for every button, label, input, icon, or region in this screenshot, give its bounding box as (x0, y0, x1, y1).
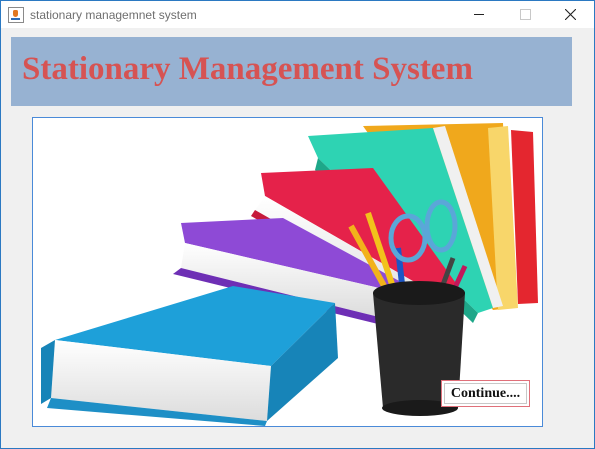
minimize-icon[interactable] (456, 1, 502, 28)
window-controls (456, 1, 594, 28)
title-bar[interactable]: stationary managemnet system (1, 1, 594, 28)
app-window: stationary managemnet system Stationary … (0, 0, 595, 449)
window-title: stationary managemnet system (30, 7, 197, 22)
page-title: Stationary Management System (22, 51, 473, 87)
book-blue (41, 286, 338, 426)
continue-button[interactable]: Continue.... (441, 380, 530, 407)
java-app-icon (8, 6, 24, 23)
maximize-icon[interactable] (502, 1, 548, 28)
header-banner: Stationary Management System (11, 37, 572, 106)
close-icon[interactable] (548, 1, 594, 28)
